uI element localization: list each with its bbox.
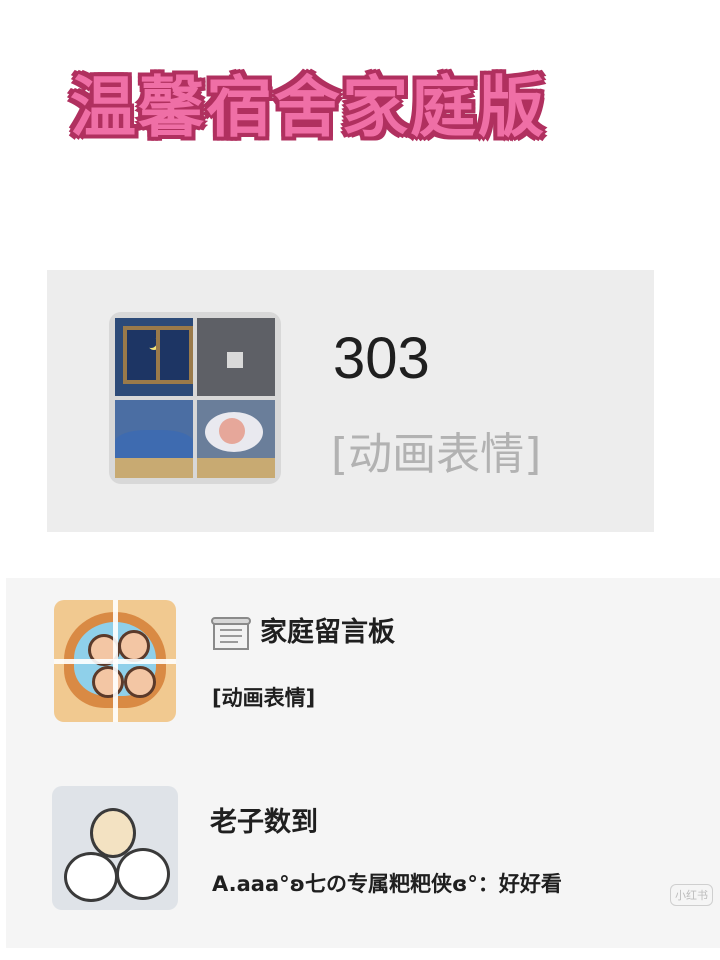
chat-name: 老子数到 [210, 807, 318, 838]
chat-last-message: [动画表情] [212, 686, 316, 710]
chat-item-303[interactable]: 303 [动画表情] [47, 270, 654, 532]
watermark-logo: 小红书 [670, 884, 713, 906]
group-avatar [52, 786, 178, 910]
page-title: 温馨宿舍家庭版 [70, 69, 546, 146]
scroll-icon [210, 615, 254, 653]
chat-name: 家庭留言板 [260, 617, 395, 648]
chat-list: 家庭留言板 [动画表情] 老子数到 A.aaa°ʚ七の专属粑粑侠ɞ°：好好看 小… [6, 578, 720, 948]
chat-last-message: [动画表情] [331, 429, 542, 480]
chat-last-message: A.aaa°ʚ七の专属粑粑侠ɞ°：好好看 [212, 872, 562, 896]
group-avatar [54, 600, 176, 722]
group-avatar [109, 312, 281, 484]
chat-name: 303 [333, 326, 430, 391]
